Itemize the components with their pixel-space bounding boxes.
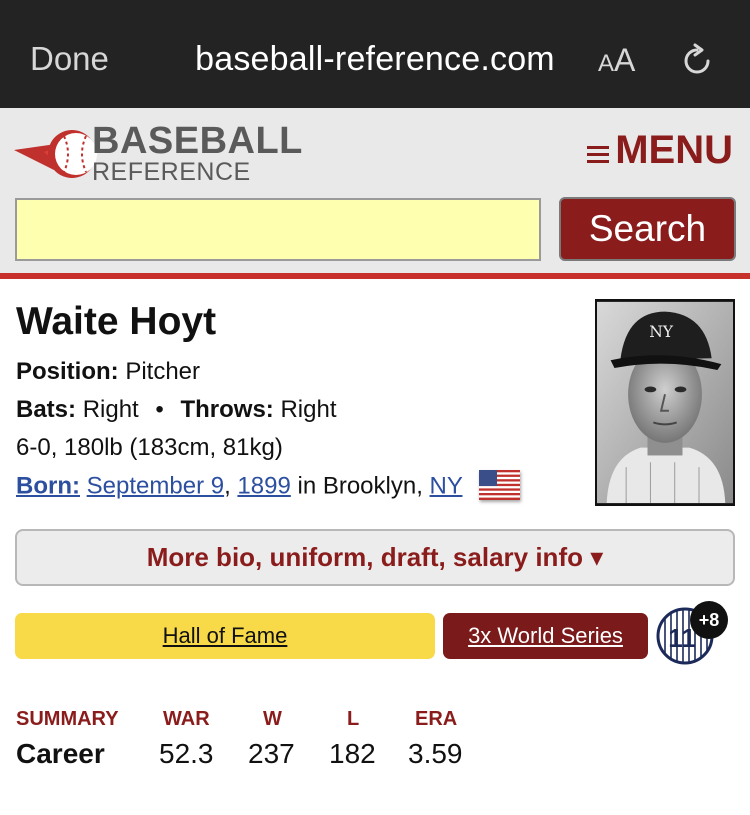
stat-value-era: 3.59 [408,738,463,769]
stat-header-war: WAR [163,708,210,730]
born-line: Born: September 9, 1899 in Brooklyn, NY [16,470,521,502]
position-value: Pitcher [125,358,201,385]
career-row-label: Career [16,738,105,769]
throws-value: Right [280,396,337,423]
site-header: BASEBALL REFERENCE MENU Search [0,108,750,273]
more-numbers-badge[interactable]: +8 [690,601,728,639]
born-comma: , [224,472,231,500]
player-name: Waite Hoyt [16,300,217,343]
world-series-badge[interactable]: 3x World Series [443,613,648,659]
bats-value: Right [82,396,139,423]
stat-header-l: L [347,708,360,730]
stat-header-w: W [263,708,282,730]
text-size-button[interactable]: AA [598,42,635,79]
player-photo: NY [595,299,735,506]
born-year-link[interactable]: 1899 [237,472,290,499]
summary-header: SUMMARY [16,708,119,730]
menu-button[interactable]: MENU [587,128,733,173]
search-input[interactable] [15,198,541,261]
svg-text:NY: NY [649,323,674,341]
address-bar[interactable]: baseball-reference.com [0,40,750,79]
browser-toolbar: Done baseball-reference.com AA [0,0,750,108]
logo-line-reference: REFERENCE [92,158,251,186]
text-size-big-label: A [614,42,636,78]
stat-value-war: 52.3 [159,738,214,769]
separator-dot: • [155,396,164,423]
born-place: in Brooklyn, [297,472,423,500]
throws-label: Throws: [180,396,274,423]
logo-line-baseball: BASEBALL [92,120,303,162]
hall-of-fame-badge[interactable]: Hall of Fame [15,613,435,659]
us-flag-icon [479,470,521,500]
stat-header-era: ERA [415,708,458,730]
bats-label: Bats: [16,396,77,423]
position-line: Position: Pitcher [16,358,200,386]
stat-value-l: 182 [329,738,376,769]
search-button[interactable]: Search [559,197,736,261]
born-date-link[interactable]: September 9 [87,472,224,499]
born-state-link[interactable]: NY [430,472,463,499]
bats-throws-line: Bats: Right • Throws: Right [16,396,337,424]
text-size-small-label: A [598,50,615,77]
logo-wordmark[interactable]: BASEBALL REFERENCE [92,120,303,186]
reload-icon[interactable] [678,42,716,80]
more-bio-button[interactable]: More bio, uniform, draft, salary info ▾ [15,529,735,586]
position-label: Position: [16,358,119,385]
header-divider [0,273,750,279]
menu-label: MENU [615,128,733,172]
born-label[interactable]: Born: [16,472,80,499]
hamburger-icon [587,142,610,164]
stat-value-w: 237 [248,738,295,769]
measurements-line: 6-0, 180lb (183cm, 81kg) [16,434,283,461]
